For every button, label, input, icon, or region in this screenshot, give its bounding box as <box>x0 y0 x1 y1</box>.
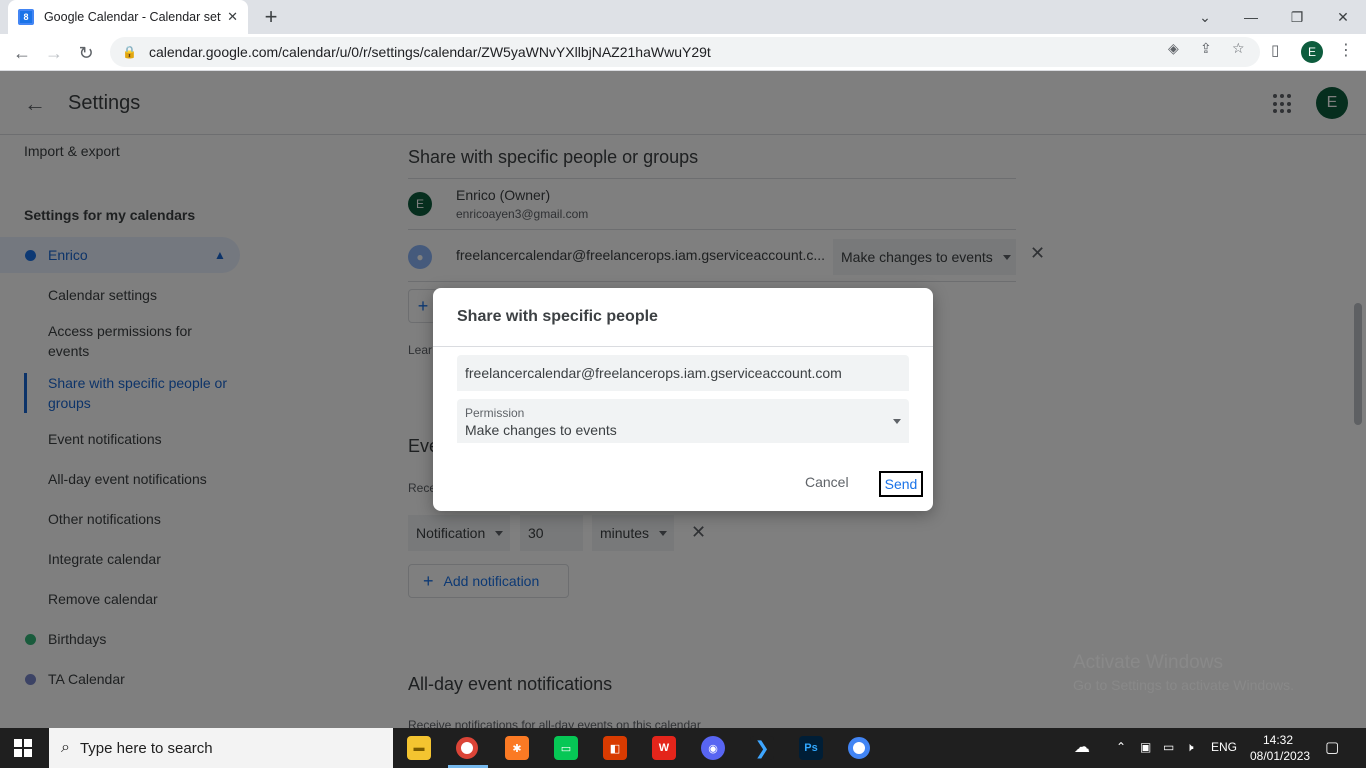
speaker-muted-icon[interactable]: 🕨 <box>1186 740 1194 755</box>
dialog-title: Share with specific people <box>457 308 658 325</box>
clock-time: 14:32 <box>1262 733 1294 747</box>
tab-close-icon[interactable]: ✕ <box>227 9 238 25</box>
onedrive-cloud-icon[interactable]: ☁ <box>1074 737 1090 757</box>
back-icon[interactable]: ← <box>8 39 36 67</box>
dialog-divider <box>433 346 933 347</box>
line-icon[interactable]: ▭ <box>554 736 578 760</box>
vscode-icon[interactable]: ❯ <box>750 736 774 760</box>
address-bar[interactable]: 🔒 calendar.google.com/calendar/u/0/r/set… <box>110 37 1260 67</box>
lock-icon[interactable]: 🔒 <box>122 45 137 59</box>
show-hidden-icons-chevron-icon[interactable]: ⌃ <box>1116 740 1126 754</box>
tab-title: Google Calendar - Calendar setti <box>43 10 222 24</box>
restore-button[interactable]: ❐ <box>1274 0 1320 34</box>
send-button[interactable]: Send <box>879 471 923 497</box>
share-icon[interactable]: ⇪ <box>1200 40 1212 57</box>
search-icon: ⌕ <box>61 739 70 756</box>
taskbar-search-input[interactable]: ⌕ Type here to search <box>49 728 393 768</box>
share-dialog: Share with specific people freelancercal… <box>433 288 933 511</box>
browser-app-icon[interactable] <box>848 737 870 759</box>
extension-icon[interactable]: ◈ <box>1168 40 1179 57</box>
photoshop-icon[interactable]: Ps <box>799 736 823 760</box>
discord-icon[interactable]: ◉ <box>701 736 725 760</box>
chrome-icon[interactable] <box>456 737 478 759</box>
chrome-profile-avatar[interactable]: E <box>1301 41 1323 63</box>
windows-start-icon[interactable] <box>14 739 32 757</box>
browser-toolbar: ← → ↻ 🔒 calendar.google.com/calendar/u/0… <box>0 34 1366 71</box>
windows-taskbar: ⌕ Type here to search ▬ ✱ ▭ ◧ W ◉ ❯ Ps ☁… <box>0 728 1366 768</box>
notification-center-icon[interactable]: ▢ <box>1325 738 1339 756</box>
browser-tabstrip: 8 Google Calendar - Calendar setti ✕ + ⌄… <box>0 0 1366 34</box>
url-text: calendar.google.com/calendar/u/0/r/setti… <box>148 44 711 60</box>
device-icon[interactable]: ▣ <box>1140 740 1151 754</box>
taskbar-clock[interactable]: 14:32 08/01/2023 <box>1250 732 1311 764</box>
battery-icon[interactable]: ▭ <box>1163 740 1174 754</box>
close-window-button[interactable]: ✕ <box>1320 0 1366 34</box>
permission-label: Permission <box>465 406 525 420</box>
bookmark-star-icon[interactable]: ☆ <box>1232 40 1245 57</box>
cancel-button[interactable]: Cancel <box>805 474 849 490</box>
tab-search-chevron-icon[interactable]: ⌄ <box>1182 0 1228 34</box>
reload-icon[interactable]: ↻ <box>72 39 100 67</box>
office-icon[interactable]: ◧ <box>603 736 627 760</box>
calendar-favicon-icon: 8 <box>18 9 34 25</box>
wps-icon[interactable]: W <box>652 736 676 760</box>
activate-windows-subtitle: Go to Settings to activate Windows. <box>1073 677 1294 693</box>
browser-tab[interactable]: 8 Google Calendar - Calendar setti ✕ <box>8 0 248 34</box>
new-tab-button[interactable]: + <box>258 4 284 30</box>
language-indicator[interactable]: ENG <box>1211 740 1237 754</box>
permission-select[interactable]: Permission Make changes to events <box>457 399 909 443</box>
minimize-button[interactable]: — <box>1228 0 1274 34</box>
forward-icon[interactable]: → <box>40 39 68 67</box>
email-field[interactable]: freelancercalendar@freelancerops.iam.gse… <box>457 355 909 391</box>
dropdown-arrow-icon <box>893 419 901 424</box>
chrome-menu-icon[interactable]: ⋮ <box>1338 40 1354 60</box>
clock-date: 08/01/2023 <box>1250 749 1311 763</box>
xampp-icon[interactable]: ✱ <box>505 736 529 760</box>
permission-value: Make changes to events <box>465 422 617 438</box>
search-placeholder: Type here to search <box>79 739 213 757</box>
activate-windows-title: Activate Windows <box>1073 652 1223 673</box>
file-explorer-icon[interactable]: ▬ <box>407 736 431 760</box>
side-panel-icon[interactable]: ▯ <box>1271 41 1279 59</box>
